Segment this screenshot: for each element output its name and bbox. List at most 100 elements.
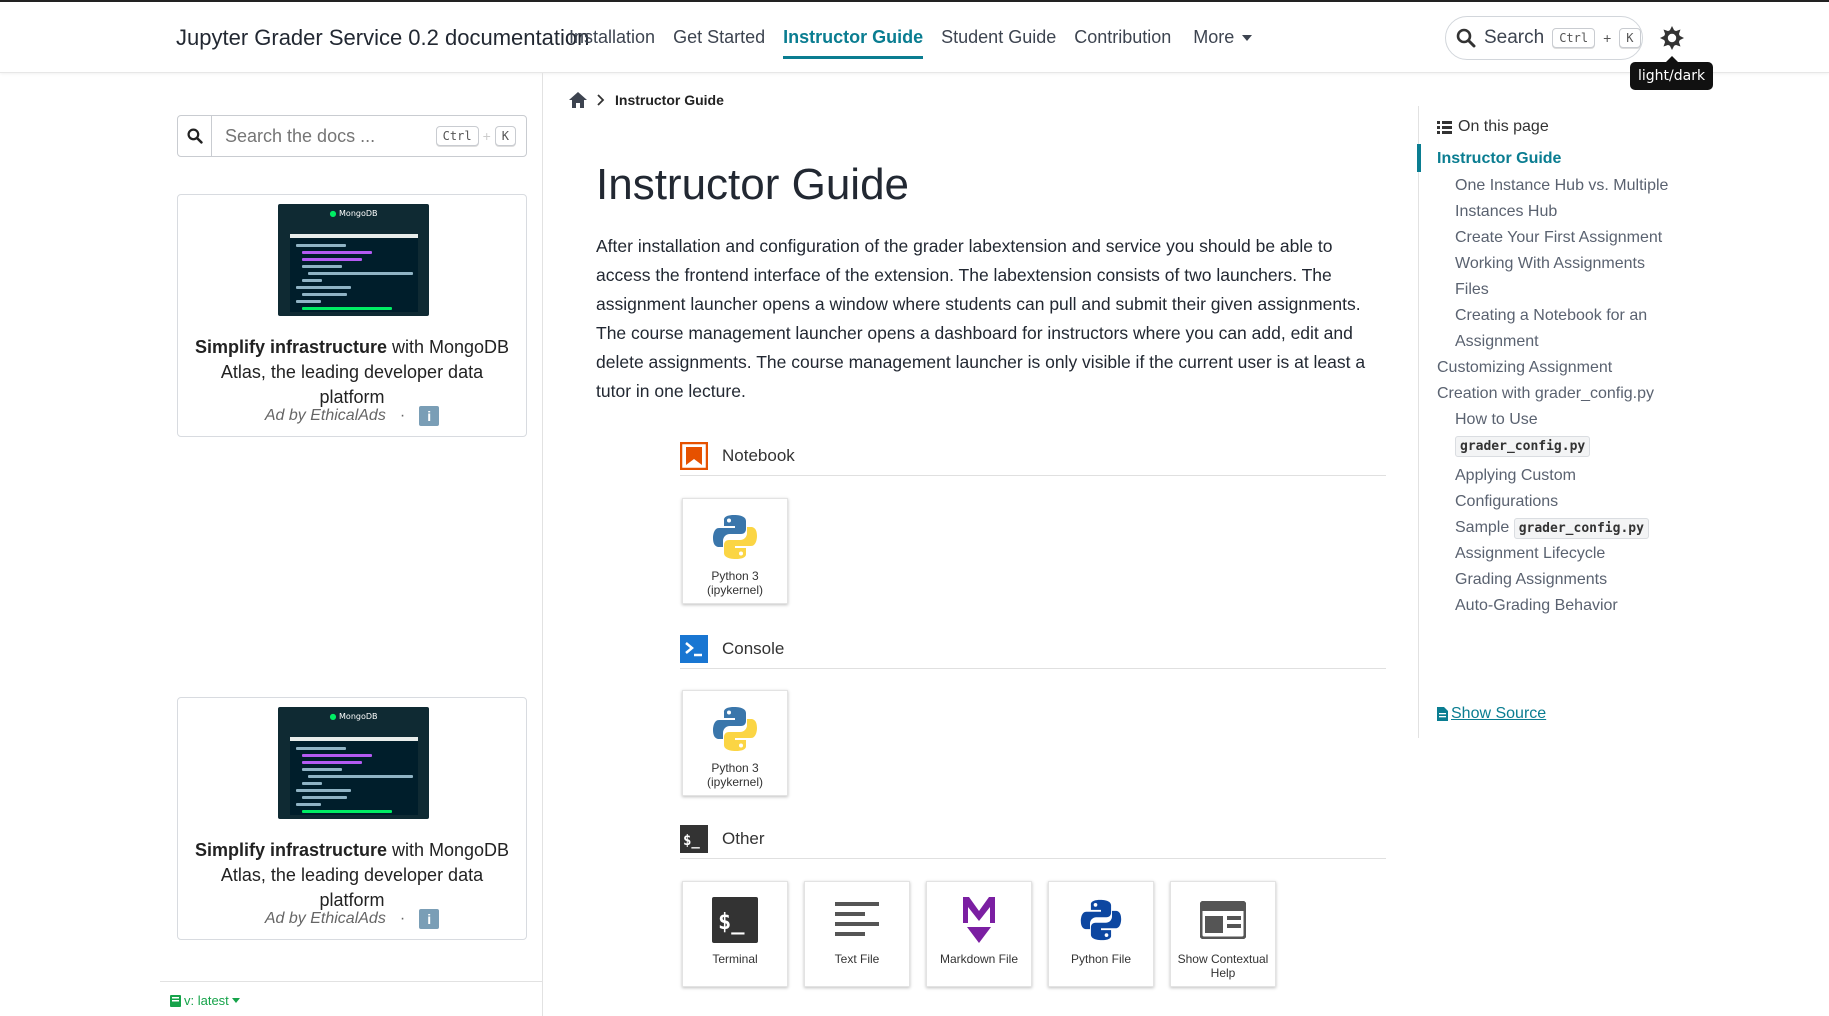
launcher-card-text-file[interactable]: Text File xyxy=(804,881,910,987)
list-icon xyxy=(1437,120,1452,134)
kbd-k: K xyxy=(494,126,516,146)
notebook-icon xyxy=(680,441,708,470)
toc-item-applying-custom[interactable]: Applying Custom Configurations xyxy=(1455,463,1655,515)
search-icon-box xyxy=(178,116,212,156)
toc-item-instructor-guide[interactable]: Instructor Guide xyxy=(1437,146,1561,172)
version-switcher[interactable]: v: latest xyxy=(170,993,240,1008)
sun-icon xyxy=(1660,26,1684,50)
theme-tooltip: light/dark xyxy=(1630,56,1714,90)
ad-terminal-graphic xyxy=(290,737,418,815)
toc-item-sample[interactable]: Sample grader_config.py xyxy=(1455,515,1649,542)
card-label: Show Contextual Help xyxy=(1177,952,1269,980)
launcher-card-contextual-help[interactable]: Show Contextual Help xyxy=(1170,881,1276,987)
nav-installation[interactable]: Installation xyxy=(560,2,664,73)
toc-item-files[interactable]: Files xyxy=(1455,277,1489,303)
card-label: Python 3 (ipykernel) xyxy=(706,569,763,597)
toc-item-how-to-use[interactable]: How to Use xyxy=(1455,407,1538,433)
terminal-icon: $_ xyxy=(683,892,787,948)
launcher-card-terminal[interactable]: $_ Terminal xyxy=(682,881,788,987)
file-icon xyxy=(1437,707,1448,721)
nav-more-label: More xyxy=(1193,27,1235,47)
console-icon xyxy=(680,634,708,663)
kbd-k: K xyxy=(1619,28,1641,48)
info-icon[interactable]: i xyxy=(419,909,440,929)
book-icon xyxy=(170,994,181,1007)
nav-student-guide[interactable]: Student Guide xyxy=(932,2,1065,73)
breadcrumb-current: Instructor Guide xyxy=(615,92,724,108)
toc-item-one-instance-hub[interactable]: One Instance Hub vs. Multiple Instances … xyxy=(1455,173,1680,225)
intro-paragraph: After installation and configuration of … xyxy=(596,236,1366,401)
version-label: v: latest xyxy=(184,993,229,1008)
launcher-card-python-notebook[interactable]: Python 3 (ipykernel) xyxy=(682,498,788,604)
theme-toggle-button[interactable] xyxy=(1660,26,1684,50)
search-icon xyxy=(186,128,203,144)
divider xyxy=(160,981,543,982)
main-nav: Installation Get Started Instructor Guid… xyxy=(560,2,1261,73)
ad-attribution[interactable]: Ad by EthicalAds xyxy=(265,910,386,928)
toc-heading: On this page xyxy=(1437,118,1549,136)
search-shortcut: Ctrl + K xyxy=(435,126,516,146)
nav-get-started[interactable]: Get Started xyxy=(664,2,774,73)
toc-item-working-with-assignments[interactable]: Working With Assignments xyxy=(1455,251,1645,277)
launcher-section-console: Console xyxy=(680,629,1386,669)
search-icon xyxy=(1456,28,1476,48)
caret-down-icon xyxy=(1242,34,1253,41)
ad-footer: Ad by EthicalAds · i xyxy=(178,909,526,929)
info-icon[interactable]: i xyxy=(419,406,440,426)
section-title: Other xyxy=(722,828,765,848)
toc-item-create-first-assignment[interactable]: Create Your First Assignment xyxy=(1455,225,1662,251)
svg-text:$_: $_ xyxy=(718,910,745,935)
toc-item-grading-assignments[interactable]: Grading Assignments xyxy=(1455,567,1607,593)
section-title: Console xyxy=(722,638,785,658)
python-logo-icon xyxy=(683,701,787,757)
mongodb-logo: ● MongoDB xyxy=(329,209,378,218)
nav-instructor-guide[interactable]: Instructor Guide xyxy=(774,2,932,73)
section-title: Notebook xyxy=(722,445,795,465)
ad-headline[interactable]: Simplify infrastructure with MongoDB Atl… xyxy=(188,838,516,913)
nav-more-dropdown[interactable]: More xyxy=(1184,2,1261,73)
docs-search-input[interactable] xyxy=(212,125,422,147)
ad-separator: · xyxy=(399,910,406,927)
card-label: Python 3 (ipykernel) xyxy=(706,761,763,789)
ethical-ad[interactable]: ● MongoDB Simplify infrastructure with M… xyxy=(177,194,527,437)
card-label: Markdown File xyxy=(939,952,1019,966)
ad-image[interactable]: ● MongoDB xyxy=(278,707,429,819)
caret-down-icon xyxy=(231,998,240,1003)
ethical-ad[interactable]: ● MongoDB Simplify infrastructure with M… xyxy=(177,697,527,940)
ad-attribution[interactable]: Ad by EthicalAds xyxy=(265,407,386,425)
ad-footer: Ad by EthicalAds · i xyxy=(178,406,526,426)
launcher-card-markdown-file[interactable]: Markdown File xyxy=(926,881,1032,987)
ad-headline[interactable]: Simplify infrastructure with MongoDB Atl… xyxy=(188,335,516,410)
text-file-icon xyxy=(805,892,909,948)
terminal-section-icon: $_ xyxy=(680,824,708,853)
card-label: Terminal xyxy=(712,952,758,966)
launcher-section-other: $_ Other xyxy=(680,819,1386,859)
launcher-section-notebook: Notebook xyxy=(680,436,1386,476)
ad-separator: · xyxy=(399,407,406,424)
site-title[interactable]: Jupyter Grader Service 0.2 documentation xyxy=(176,25,589,51)
docs-search-box[interactable]: Ctrl + K xyxy=(177,115,527,157)
top-navbar: Jupyter Grader Service 0.2 documentation… xyxy=(0,0,1829,73)
ad-image[interactable]: ● MongoDB xyxy=(278,204,429,316)
mongodb-logo: ● MongoDB xyxy=(329,712,378,721)
kbd-plus: + xyxy=(1603,30,1612,46)
show-source-link[interactable]: Show Source xyxy=(1437,705,1546,723)
launcher-card-python-console[interactable]: Python 3 (ipykernel) xyxy=(682,690,788,796)
markdown-icon xyxy=(927,892,1031,948)
toc-item-creating-notebook[interactable]: Creating a Notebook for an Assignment xyxy=(1455,303,1670,355)
toc-item-auto-grading[interactable]: Auto-Grading Behavior xyxy=(1455,593,1618,619)
kbd-ctrl: Ctrl xyxy=(435,126,479,146)
page-toc: On this page Instructor Guide One Instan… xyxy=(1417,106,1688,738)
chevron-right-icon xyxy=(597,94,605,106)
python-logo-icon xyxy=(683,509,787,565)
header-search-button[interactable]: Search Ctrl + K xyxy=(1445,16,1643,60)
toc-item-assignment-lifecycle[interactable]: Assignment Lifecycle xyxy=(1455,541,1605,567)
home-icon[interactable] xyxy=(569,92,587,108)
launcher-card-python-file[interactable]: Python File xyxy=(1048,881,1154,987)
nav-contribution[interactable]: Contribution xyxy=(1065,2,1180,73)
toc-item-how-to-use-code[interactable]: grader_config.py xyxy=(1455,433,1591,460)
search-label: Search xyxy=(1484,27,1545,48)
kbd-ctrl: Ctrl xyxy=(1552,28,1596,48)
python-file-icon xyxy=(1049,892,1153,948)
toc-item-customizing-assignment[interactable]: Customizing Assignment Creation with gra… xyxy=(1437,355,1667,407)
